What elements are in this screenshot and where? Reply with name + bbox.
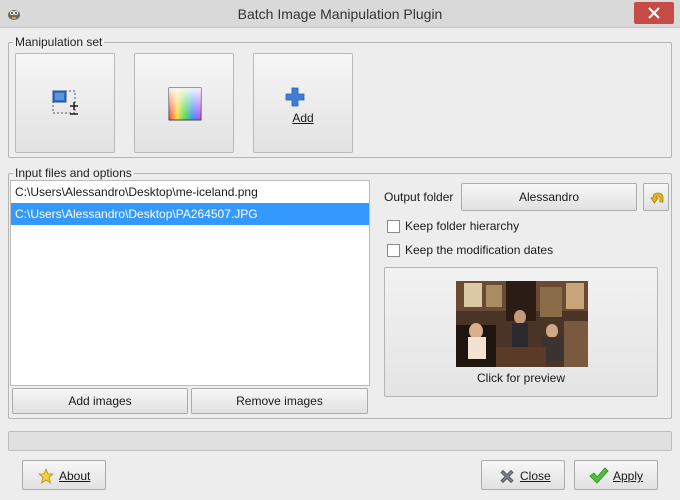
progress-bar bbox=[8, 431, 672, 451]
plus-icon bbox=[285, 87, 305, 107]
star-icon bbox=[38, 468, 54, 484]
file-list-item[interactable]: C:\Users\Alessandro\Desktop\me-iceland.p… bbox=[11, 181, 369, 203]
revert-folder-button[interactable] bbox=[643, 183, 669, 211]
about-label: About bbox=[59, 469, 91, 483]
keep-dates-checkbox[interactable] bbox=[387, 244, 400, 257]
color-tool-button[interactable] bbox=[134, 53, 234, 153]
window-close-button[interactable] bbox=[634, 2, 674, 24]
undo-arrow-icon bbox=[650, 192, 664, 204]
output-folder-label: Output folder bbox=[384, 190, 454, 204]
add-images-button[interactable]: Add images bbox=[12, 388, 188, 414]
keep-hierarchy-label: Keep folder hierarchy bbox=[405, 219, 520, 233]
close-label: Close bbox=[520, 469, 551, 483]
about-button[interactable]: About bbox=[22, 460, 106, 490]
apply-label: Apply bbox=[613, 469, 644, 483]
checkmark-icon bbox=[589, 467, 609, 484]
manipulation-set-group: Manipulation set Add bbox=[8, 35, 672, 158]
keep-dates-label: Keep the modification dates bbox=[405, 243, 554, 257]
output-folder-value: Alessandro bbox=[518, 190, 580, 204]
input-files-label: Input files and options bbox=[13, 166, 134, 180]
apply-button[interactable]: Apply bbox=[574, 460, 658, 490]
preview-button[interactable]: Click for preview bbox=[384, 267, 658, 397]
preview-thumbnail bbox=[456, 281, 588, 367]
resize-tool-button[interactable] bbox=[15, 53, 115, 153]
preview-caption: Click for preview bbox=[476, 371, 566, 385]
remove-images-button[interactable]: Remove images bbox=[191, 388, 368, 414]
close-icon bbox=[648, 7, 660, 19]
close-button[interactable]: Close bbox=[481, 460, 565, 490]
title-bar: Batch Image Manipulation Plugin bbox=[0, 0, 680, 28]
file-list-item-selected[interactable]: C:\Users\Alessandro\Desktop\PA264507.JPG bbox=[11, 203, 369, 225]
resize-icon bbox=[52, 90, 78, 115]
output-folder-button[interactable]: Alessandro bbox=[461, 183, 637, 211]
add-label: Add bbox=[292, 111, 314, 125]
window-title: Batch Image Manipulation Plugin bbox=[237, 6, 443, 22]
close-x-icon bbox=[500, 469, 514, 484]
keep-hierarchy-checkbox[interactable] bbox=[387, 220, 400, 233]
add-images-label: Add images bbox=[68, 394, 132, 408]
color-palette-icon bbox=[168, 87, 202, 121]
remove-images-label: Remove images bbox=[236, 394, 323, 408]
add-tool-button[interactable]: Add bbox=[253, 53, 353, 153]
manipulation-set-label: Manipulation set bbox=[13, 35, 105, 49]
file-list[interactable]: C:\Users\Alessandro\Desktop\me-iceland.p… bbox=[10, 180, 370, 386]
